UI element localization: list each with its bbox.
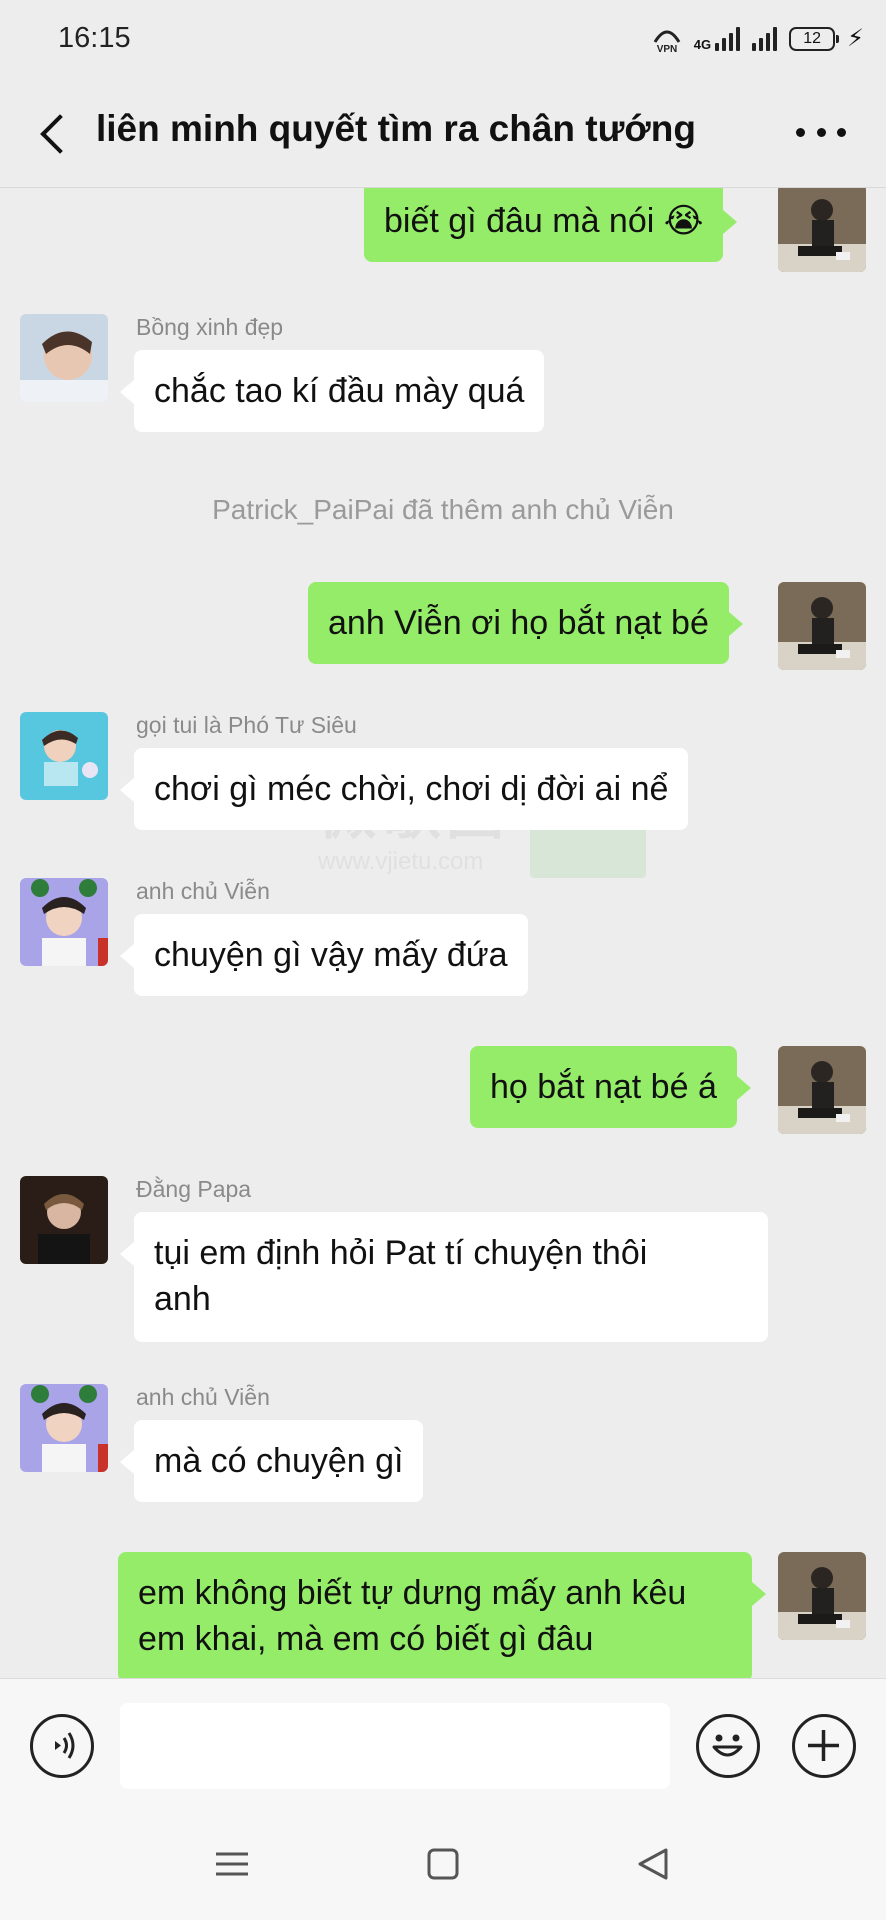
avatar[interactable] [20, 314, 108, 402]
message-input[interactable] [120, 1703, 670, 1789]
sender-name: Bồng xinh đẹp [136, 314, 284, 340]
system-nav-bar [0, 1808, 886, 1920]
message-bubble[interactable]: em không biết tự dưng mấy anh kêu em kha… [118, 1552, 766, 1678]
voice-icon[interactable] [30, 1714, 94, 1778]
sender-name: Đằng Papa [136, 1176, 252, 1202]
message-line: em khai, mà em có biết gì đâu [138, 1620, 594, 1658]
signal-icon [752, 27, 778, 51]
vpn-icon: VPN [652, 24, 682, 55]
message-bubble[interactable]: biết gì đâu mà nói 😭 [364, 188, 738, 262]
system-notice: Patrick_PaiPai đã thêm anh chủ Viễn [212, 494, 674, 525]
chat-title: liên minh quyết tìm ra chân tướng [96, 108, 696, 149]
avatar[interactable] [778, 582, 866, 670]
avatar[interactable] [20, 1384, 108, 1472]
input-bar [0, 1678, 886, 1808]
message-line: anh [154, 1280, 211, 1318]
avatar[interactable] [778, 1552, 866, 1640]
message-bubble[interactable]: chuyện gì vậy mấy đứa [120, 914, 528, 996]
avatar[interactable] [20, 712, 108, 800]
plus-icon[interactable] [792, 1714, 856, 1778]
avatar[interactable] [778, 1046, 866, 1134]
message-bubble[interactable]: chơi gì méc chời, chơi dị đời ai nể [119, 748, 689, 830]
status-time: 16:15 [58, 22, 131, 54]
charging-icon: ⚡ [847, 25, 864, 52]
avatar[interactable] [778, 188, 866, 272]
message-line: tụi em định hỏi Pat tí chuyện thôi [154, 1234, 648, 1272]
status-icons: VPN 4G 12 ⚡ [652, 22, 864, 56]
message-bubble[interactable]: anh Viễn ơi họ bắt nạt bé [308, 582, 743, 664]
network-type: 4G [693, 37, 712, 52]
avatar[interactable] [20, 1176, 108, 1264]
vpn-label: VPN [657, 44, 678, 54]
more-icon[interactable] [796, 122, 846, 142]
back-triangle-icon[interactable] [624, 1834, 684, 1894]
sender-name: anh chủ Viễn [136, 878, 270, 904]
back-arrow-icon[interactable] [30, 106, 80, 160]
sender-name: gọi tui là Phó Tư Siêu [136, 712, 357, 738]
message-bubble[interactable]: chắc tao kí đầu mày quá [119, 350, 545, 432]
message-bubble[interactable]: mà có chuyện gì [119, 1420, 424, 1502]
signal-4g-icon: 4G [693, 27, 741, 52]
message-bubble[interactable]: họ bắt nạt bé á [470, 1046, 751, 1128]
battery-level: 12 [803, 30, 822, 47]
sender-name: anh chủ Viễn [136, 1384, 270, 1410]
menu-icon[interactable] [202, 1834, 262, 1894]
status-bar: 16:15 VPN 4G 12 ⚡ [0, 0, 886, 78]
battery-icon: 12 [789, 27, 840, 51]
emoji-icon[interactable] [696, 1714, 760, 1778]
watermark-url: www.vjietu.com [318, 848, 484, 875]
home-icon[interactable] [413, 1834, 473, 1894]
message-bubble[interactable]: tụi em định hỏi Pat tí chuyện thôi anh [120, 1212, 768, 1342]
message-line: em không biết tự dưng mấy anh kêu [138, 1574, 687, 1612]
chat-header: liên minh quyết tìm ra chân tướng [0, 78, 886, 188]
message-list[interactable]: 微歌图 www.vjietu.com biết gì đâu mà nói 😭 … [0, 188, 886, 1678]
avatar[interactable] [20, 878, 108, 966]
